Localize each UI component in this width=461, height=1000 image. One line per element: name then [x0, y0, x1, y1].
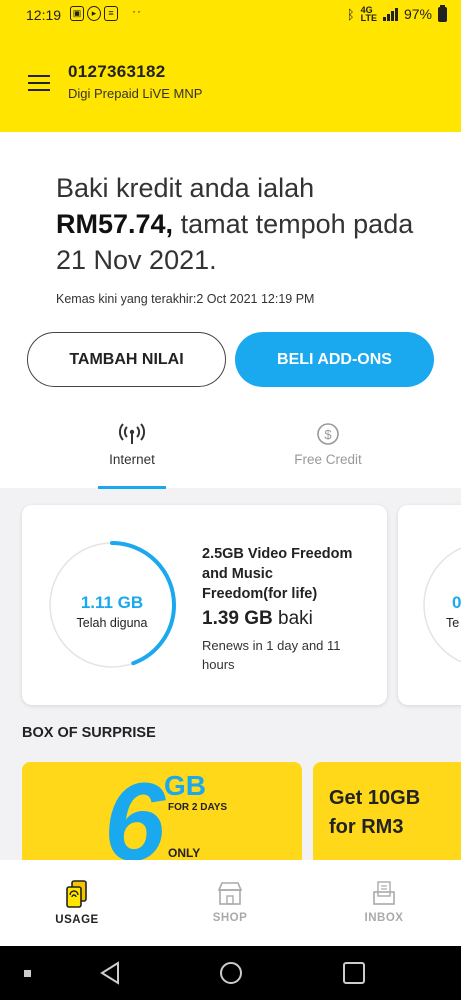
topup-button[interactable]: TAMBAH NILAI	[27, 332, 226, 387]
recents-icon[interactable]	[343, 962, 365, 984]
usage-card-next[interactable]: 0 Te	[398, 505, 461, 705]
system-icons: ᛒ 4G LTE 97%	[346, 4, 447, 23]
shopping-bag-icon: ▣	[70, 6, 84, 21]
home-icon[interactable]	[220, 962, 242, 984]
credit-balance-text: Baki kredit anda ialah RM57.74, tamat te…	[56, 170, 436, 278]
promo-text: Get 10GB for RM3	[329, 787, 421, 838]
dollar-icon: $	[317, 423, 339, 445]
menu-icon[interactable]	[28, 75, 50, 91]
play-icon: ▸	[87, 6, 101, 21]
nav-usage[interactable]: USAGE	[22, 880, 132, 926]
inbox-icon	[373, 881, 395, 905]
more-notifications-indicator: ··	[132, 4, 142, 18]
nav-usage-label: USAGE	[55, 914, 99, 926]
recent-dot-icon	[24, 970, 31, 977]
data-balance: 1.39 GB baki	[202, 608, 313, 630]
tab-free-credit-label: Free Credit	[294, 452, 362, 467]
status-time: 12:19	[26, 7, 62, 23]
app-header: 12:19 ▣ ▸ ≡ ·· ᛒ 4G LTE 97% 0127363182 Di…	[0, 0, 461, 132]
last-updated-text: Kemas kini yang terakhir:2 Oct 2021 12:1…	[56, 292, 315, 306]
used-value: 1.11 GB	[80, 593, 144, 612]
svg-text:$: $	[324, 427, 332, 442]
account-plan-name: Digi Prepaid LiVE MNP	[68, 86, 203, 101]
credit-summary: Baki kredit anda ialah RM57.74, tamat te…	[0, 132, 461, 489]
buy-addons-button[interactable]: BELI ADD-ONS	[235, 332, 434, 387]
data-plan-name: 2.5GB Video Freedom and Music Freedom(fo…	[202, 546, 353, 602]
nav-shop-label: SHOP	[212, 912, 248, 924]
nav-shop[interactable]: SHOP	[175, 880, 285, 924]
battery-icon	[438, 4, 447, 22]
tab-internet[interactable]: Internet	[62, 422, 202, 467]
notification-icons: ▣ ▸ ≡	[70, 6, 118, 21]
bottom-navigation: USAGE SHOP INBOX	[0, 860, 461, 946]
system-navigation-bar	[0, 946, 461, 1000]
shop-icon	[217, 882, 243, 905]
active-tab-indicator	[98, 486, 166, 489]
account-phone-number: 0127363182	[68, 62, 166, 81]
lte-icon: 4G LTE	[360, 5, 377, 23]
balance-value: 1.39 GB	[202, 608, 273, 629]
tab-internet-label: Internet	[109, 452, 155, 467]
usage-card[interactable]: 1.11 GB Telah diguna 2.5GB Video Freedom…	[22, 505, 387, 705]
used-label: Telah diguna	[76, 616, 148, 630]
signal-icon	[382, 7, 398, 21]
credit-prefix: Baki kredit anda ialah	[56, 173, 315, 203]
tab-free-credit[interactable]: $ Free Credit	[258, 422, 398, 467]
chat-icon: ≡	[104, 6, 118, 21]
renewal-text: Renews in 1 day and 11 hours	[202, 638, 341, 672]
battery-percent: 97%	[403, 6, 432, 22]
antenna-icon	[119, 423, 145, 444]
usage-icon	[66, 880, 87, 908]
balance-unit: baki	[278, 608, 313, 629]
box-of-surprise-title: BOX OF SURPRISE	[22, 725, 156, 741]
bluetooth-icon: ᛒ	[346, 6, 355, 22]
nav-inbox-label: INBOX	[364, 912, 404, 924]
back-icon[interactable]	[100, 961, 119, 985]
nav-inbox[interactable]: INBOX	[329, 880, 439, 924]
promo-tag: ONLY	[168, 846, 201, 860]
promo-period: FOR 2 DAYS	[168, 802, 228, 813]
used-value: 0	[452, 593, 461, 612]
promo-unit: GB	[164, 770, 206, 801]
credit-amount: RM57.74,	[56, 209, 174, 239]
status-bar: 12:19 ▣ ▸ ≡ ·· ᛒ 4G LTE 97%	[0, 0, 461, 30]
used-label: Te	[446, 616, 460, 630]
